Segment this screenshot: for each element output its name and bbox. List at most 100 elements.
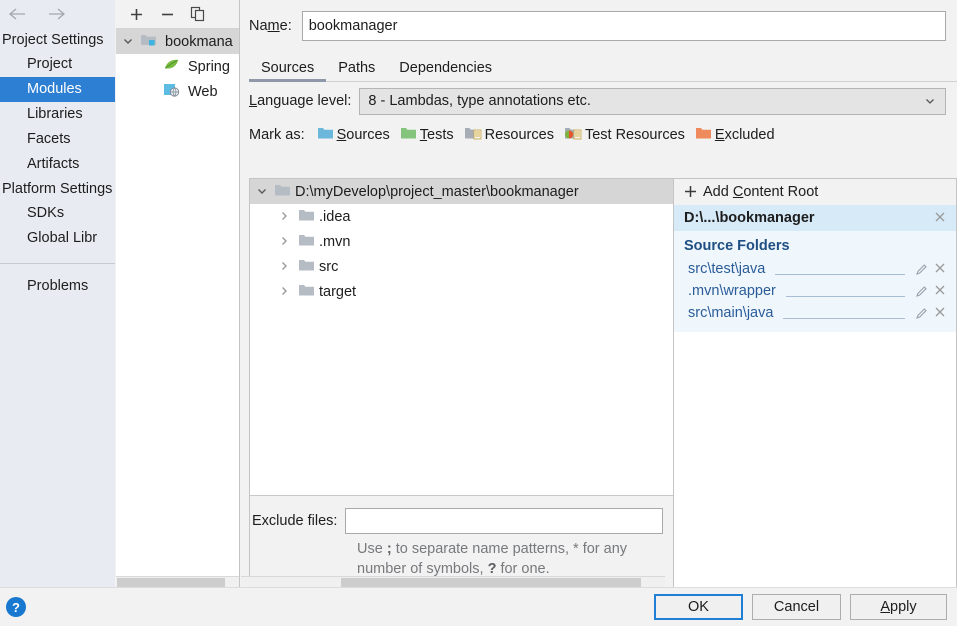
chevron-down-icon[interactable] [122, 35, 136, 49]
add-content-root-button[interactable]: Add Content Root [674, 179, 956, 205]
sidebar-item-modules[interactable]: Modules [0, 77, 115, 102]
module-tree-row-web[interactable]: Web [116, 79, 239, 104]
file-tree-row-root[interactable]: D:\myDevelop\project_master\bookmanager [250, 179, 673, 204]
module-tree-label: bookmana [165, 33, 233, 50]
editor-tabs: Sources Paths Dependencies [241, 52, 957, 82]
exclude-hint-text-a: Use [357, 541, 387, 557]
chevron-right-icon[interactable] [278, 285, 292, 299]
mark-as-label-sources: Sources [336, 127, 390, 143]
exclude-files-row: Exclude files: [252, 508, 663, 534]
module-tree-label: Web [188, 83, 218, 100]
file-tree-label: src [319, 258, 339, 275]
folder-icon [298, 258, 315, 276]
mark-as-sources-button[interactable]: Sources [317, 126, 390, 144]
mark-as-excluded-button[interactable]: Excluded [695, 126, 775, 144]
chevron-right-icon[interactable] [278, 210, 292, 224]
sidebar-item-problems[interactable]: Problems [0, 274, 115, 299]
tab-sources[interactable]: Sources [249, 60, 327, 82]
excluded-folder-icon [695, 126, 712, 144]
exclude-hint-text-c: to separate name patterns, [391, 541, 574, 557]
cancel-button[interactable]: Cancel [752, 594, 841, 620]
exclude-files-section: Exclude files: Use ; to separate name pa… [250, 495, 673, 587]
mark-as-label-test-resources: Test Resources [584, 127, 685, 143]
sidebar-item-libraries[interactable]: Libraries [0, 102, 115, 127]
mark-as-label-tests: Tests [419, 127, 454, 143]
name-input[interactable] [301, 11, 946, 41]
mark-as-test-resources-button[interactable]: Test Resources [564, 126, 685, 144]
sidebar-group-title-platform-settings: Platform Settings [2, 181, 113, 197]
apply-button[interactable]: Apply [850, 594, 947, 620]
add-module-button[interactable] [126, 4, 146, 24]
help-icon[interactable]: ? [6, 597, 26, 617]
tab-paths[interactable]: Paths [326, 60, 387, 82]
file-tree-label: target [319, 283, 357, 300]
chevron-right-icon[interactable] [278, 260, 292, 274]
source-folder-path: src\test\java [688, 261, 766, 277]
scrollbar-thumb[interactable] [117, 578, 225, 587]
chevron-down-icon[interactable] [256, 185, 270, 199]
source-folder-path: .mvn\wrapper [688, 283, 776, 299]
remove-content-root-icon[interactable] [934, 211, 946, 226]
exclude-hint-text-e: for any [578, 541, 628, 557]
file-tree-row-target[interactable]: target [250, 279, 673, 304]
module-tree-row-spring[interactable]: Spring [116, 54, 239, 79]
test-resources-folder-icon [564, 126, 582, 144]
mark-as-label-resources: Resources [484, 127, 554, 143]
modules-panel: bookmana Spring Web [116, 0, 240, 588]
mark-as-resources-button[interactable]: Resources [464, 126, 554, 144]
edit-pencil-icon[interactable] [915, 307, 928, 320]
source-folder-row[interactable]: src\main\java [674, 302, 956, 324]
language-level-row: Language level: 8 - Lambdas, type annota… [241, 82, 957, 120]
dialog-footer: ? OK Cancel Apply [0, 587, 957, 626]
file-tree-label: .idea [319, 208, 351, 225]
mark-as-tests-button[interactable]: Tests [400, 126, 454, 144]
content-root-file-tree: D:\myDevelop\project_master\bookmanager … [249, 178, 673, 588]
ok-button[interactable]: OK [654, 594, 743, 620]
sidebar-divider [0, 263, 115, 264]
sources-panes: D:\myDevelop\project_master\bookmanager … [249, 178, 957, 588]
module-tree-row-bookmanager[interactable]: bookmana [116, 29, 239, 54]
exclude-hint-text-f: number of symbols, [357, 561, 488, 577]
arrow-left-icon[interactable] [4, 4, 30, 24]
spring-leaf-icon [163, 57, 180, 76]
remove-source-folder-icon[interactable] [934, 284, 946, 299]
edit-pencil-icon[interactable] [915, 285, 928, 298]
sidebar-item-sdks[interactable]: SDKs [0, 201, 115, 226]
copy-module-button[interactable] [188, 4, 208, 24]
sidebar-item-facets[interactable]: Facets [0, 127, 115, 152]
sidebar-item-project[interactable]: Project [0, 52, 115, 77]
file-tree-row-mvn[interactable]: .mvn [250, 229, 673, 254]
remove-module-button[interactable] [157, 4, 177, 24]
chevron-right-icon[interactable] [278, 235, 292, 249]
edit-pencil-icon[interactable] [915, 263, 928, 276]
remove-source-folder-icon[interactable] [934, 262, 946, 277]
source-folder-row[interactable]: .mvn\wrapper [674, 280, 956, 302]
sidebar-item-artifacts[interactable]: Artifacts [0, 152, 115, 177]
language-level-select[interactable]: 8 - Lambdas, type annotations etc. [359, 87, 946, 115]
resources-folder-icon [464, 126, 482, 144]
web-icon [163, 82, 180, 101]
mark-as-label: Mark as: [249, 127, 305, 143]
folder-icon [298, 233, 315, 251]
tests-folder-icon [400, 126, 417, 144]
arrow-right-icon[interactable] [44, 4, 70, 24]
mark-as-label-excluded: Excluded [714, 127, 775, 143]
scrollbar-thumb[interactable] [341, 578, 641, 587]
sidebar-item-global-libraries[interactable]: Global Libr [0, 226, 115, 251]
sidebar-group-title-project-settings: Project Settings [2, 32, 104, 48]
module-tree-label: Spring [188, 58, 230, 75]
exclude-files-input[interactable] [345, 508, 663, 534]
content-root-header[interactable]: D:\...\bookmanager [674, 205, 956, 231]
file-tree-row-src[interactable]: src [250, 254, 673, 279]
file-tree-row-idea[interactable]: .idea [250, 204, 673, 229]
mark-as-row: Mark as: Sources Tests Resources Test Re… [241, 120, 957, 150]
remove-source-folder-icon[interactable] [934, 306, 946, 321]
source-folder-row[interactable]: src\test\java [674, 258, 956, 280]
file-tree-label: D:\myDevelop\project_master\bookmanager [295, 183, 579, 200]
tab-dependencies[interactable]: Dependencies [387, 60, 504, 82]
language-level-label: Language level: [249, 93, 352, 109]
chevron-down-icon [923, 94, 937, 108]
folder-icon [274, 183, 291, 201]
exclude-files-label: Exclude files: [252, 513, 338, 529]
name-row: Name: [241, 0, 957, 52]
